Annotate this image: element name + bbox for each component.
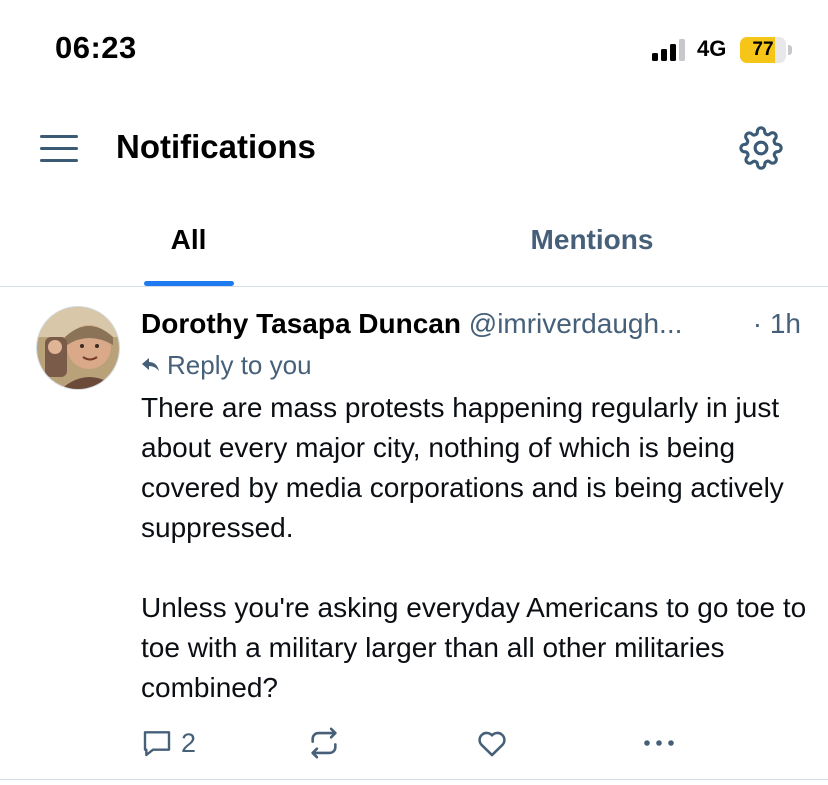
battery-icon: 77 xyxy=(740,37,792,63)
reply-arrow-icon xyxy=(142,358,159,372)
post-header: Dorothy Tasapa Duncan @imriverdaugh... ·… xyxy=(141,308,801,344)
more-icon xyxy=(644,740,674,746)
hamburger-menu-icon[interactable] xyxy=(38,130,80,166)
page-title: Notifications xyxy=(116,128,316,165)
repost-button[interactable] xyxy=(307,723,341,763)
network-type: 4G xyxy=(697,36,727,61)
post-timestamp: · 1h xyxy=(752,308,801,339)
reply-indicator: Reply to you xyxy=(141,350,312,381)
tab-all[interactable]: All xyxy=(0,205,377,285)
app-header: Notifications xyxy=(0,110,828,186)
post-text: There are mass protests happening regula… xyxy=(141,392,807,703)
tab-mentions[interactable]: Mentions xyxy=(404,205,780,285)
gear-icon[interactable] xyxy=(739,126,783,170)
like-button[interactable] xyxy=(475,723,509,763)
reply-indicator-text: Reply to you xyxy=(167,350,312,380)
heart-icon xyxy=(478,731,506,757)
active-tab-indicator xyxy=(144,281,234,286)
comment-icon xyxy=(143,731,171,757)
status-bar: 06:23 4G 77 xyxy=(0,0,828,100)
avatar[interactable] xyxy=(36,306,120,390)
notification-item[interactable]: Dorothy Tasapa Duncan @imriverdaugh... ·… xyxy=(0,288,828,780)
battery-level: 77 xyxy=(752,39,774,60)
cellular-signal-icon xyxy=(652,39,685,61)
status-time: 06:23 xyxy=(55,30,137,65)
reply-count: 2 xyxy=(181,728,197,758)
author-handle[interactable]: @imriverdaugh... xyxy=(469,308,683,339)
avatar-image xyxy=(37,307,119,389)
more-options-button[interactable] xyxy=(641,723,677,763)
post-actions: 2 xyxy=(141,723,701,763)
repost-icon xyxy=(311,727,337,759)
notification-tabs: All Mentions xyxy=(0,205,828,287)
author-name[interactable]: Dorothy Tasapa Duncan xyxy=(141,308,461,339)
